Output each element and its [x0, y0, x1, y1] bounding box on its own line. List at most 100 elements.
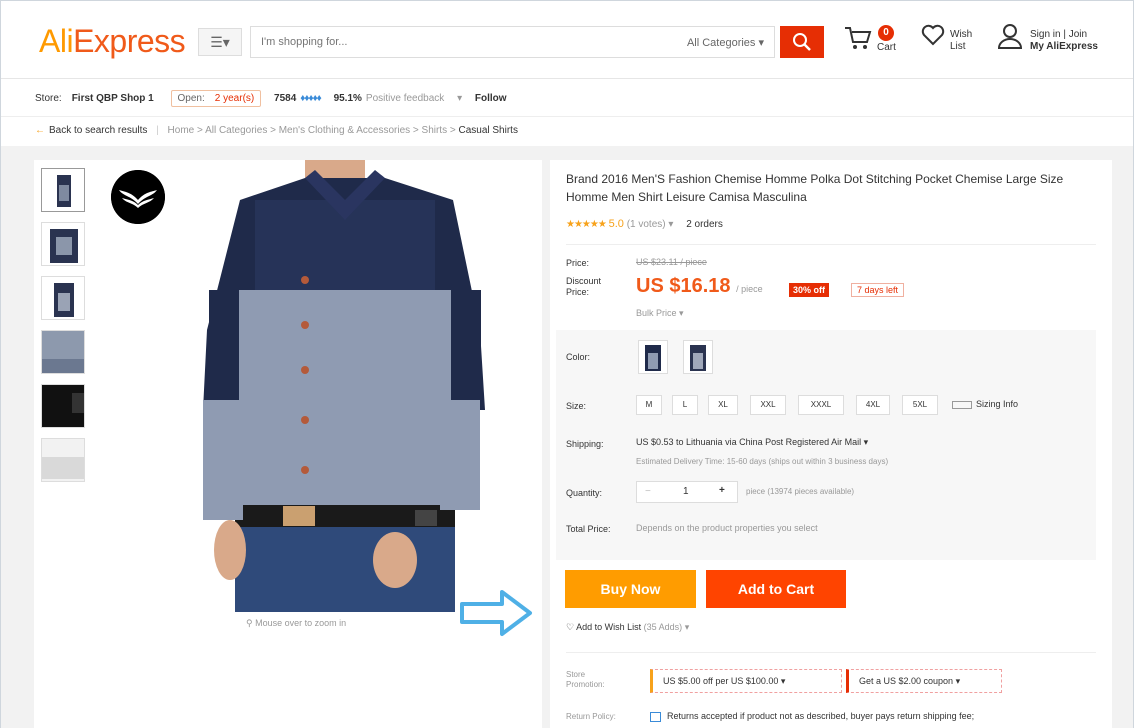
- quantity-increase-button[interactable]: +: [719, 485, 725, 496]
- cart-icon: [845, 27, 872, 49]
- quantity-decrease-button[interactable]: −: [645, 486, 651, 497]
- sizing-info-link[interactable]: Sizing Info: [952, 399, 1018, 409]
- add-to-cart-button[interactable]: Add to Cart: [706, 570, 846, 608]
- chevron-down-icon: ▾: [684, 622, 690, 632]
- color-option-1[interactable]: [638, 340, 668, 374]
- size-option-xl[interactable]: XL: [708, 395, 738, 415]
- size-option-l[interactable]: L: [672, 395, 698, 415]
- category-menu-button[interactable]: ☰▾: [198, 28, 242, 56]
- discount-price-label: Discount Price:: [566, 276, 602, 297]
- thumbnail-2[interactable]: [41, 222, 85, 266]
- brand-logo: [111, 170, 165, 224]
- store-score: 7584: [274, 93, 297, 104]
- join-link[interactable]: Join: [1069, 29, 1087, 40]
- shipping-estimate: Estimated Delivery Time: 15-60 days (shi…: [636, 457, 889, 466]
- search-bar: All Categories ▾: [250, 26, 775, 58]
- blue-arrow-icon: [458, 588, 534, 641]
- thumbnail-3[interactable]: [41, 276, 85, 320]
- size-option-4xl[interactable]: 4XL: [856, 395, 890, 415]
- signin-link[interactable]: Sign in: [1030, 29, 1061, 40]
- rating-row: ★★★★★ 5.0 (1 votes) ▾ 2 orders: [566, 218, 723, 230]
- search-input[interactable]: [251, 27, 631, 57]
- size-option-xxl[interactable]: XXL: [750, 395, 786, 415]
- quantity-label: Quantity:: [566, 488, 603, 498]
- search-button[interactable]: [780, 26, 824, 58]
- order-count: 2 orders: [686, 219, 723, 230]
- thumbnail-4[interactable]: [41, 330, 85, 374]
- buy-now-button[interactable]: Buy Now: [565, 570, 696, 608]
- breadcrumb-path[interactable]: Home > All Categories > Men's Clothing &…: [168, 125, 459, 136]
- heart-icon: ♡: [566, 622, 575, 632]
- search-category-select[interactable]: All Categories ▾: [687, 36, 764, 49]
- discount-badge: 30% off: [789, 283, 830, 297]
- bulk-price-label: Bulk Price: [636, 308, 677, 318]
- promotion-coupon-1[interactable]: US $5.00 off per US $100.00 ▾: [650, 669, 842, 693]
- store-promotion-label: Store Promotion:: [566, 670, 605, 689]
- product-main-image[interactable]: [185, 160, 505, 612]
- cart-button[interactable]: [843, 22, 873, 55]
- rating-score: 5.0: [608, 218, 624, 230]
- discount-price: US $16.18 / piece: [636, 275, 763, 298]
- positive-percent: 95.1%: [333, 93, 362, 104]
- logo-part-ali: Ali: [39, 23, 74, 59]
- return-policy-value: Returns accepted if product not as descr…: [650, 711, 974, 722]
- store-open-badge: Open: 2 year(s): [170, 90, 262, 107]
- store-label: Store:: [35, 93, 62, 104]
- zoom-hint: ⚲ Mouse over to zoom in: [246, 618, 346, 629]
- shipping-method-select[interactable]: US $0.53 to Lithuania via China Post Reg…: [636, 437, 868, 448]
- thumbnail-1[interactable]: [41, 168, 85, 212]
- aliexpress-logo[interactable]: AliExpress: [39, 23, 186, 60]
- shipping-label: Shipping:: [566, 439, 604, 449]
- thumbnail-list: [41, 168, 87, 492]
- coupon-1-text: US $5.00 off per US $100.00: [663, 676, 779, 686]
- thumbnail-6[interactable]: [41, 438, 85, 482]
- rating-votes[interactable]: (1 votes): [627, 219, 666, 230]
- bulk-price-toggle[interactable]: Bulk Price ▾: [636, 308, 684, 319]
- cart-label[interactable]: Cart: [877, 42, 896, 53]
- quantity-available: piece (13974 pieces available): [746, 487, 855, 496]
- positive-feedback-label[interactable]: Positive feedback ▾: [366, 93, 462, 104]
- store-info-bar: Store: First QBP Shop 1 Open: 2 year(s) 75…: [1, 80, 1133, 117]
- shipping-value: US $0.53 to Lithuania via China Post Reg…: [636, 437, 862, 447]
- size-option-5xl[interactable]: 5XL: [902, 395, 938, 415]
- open-years: 2 year(s): [214, 93, 255, 104]
- color-label: Color:: [566, 352, 591, 362]
- chevron-down-icon: ▾: [668, 219, 674, 230]
- diamond-icons: ♦♦♦♦♦: [300, 93, 321, 104]
- breadcrumb: Back to search results | Home > All Cate…: [1, 118, 1133, 146]
- store-name[interactable]: First QBP Shop 1: [72, 93, 154, 104]
- promotion-coupon-2[interactable]: Get a US $2.00 coupon ▾: [846, 669, 1002, 693]
- logo-part-express: Express: [73, 23, 186, 59]
- return-policy-label: Return Policy:: [566, 712, 616, 721]
- coupon-2-text: Get a US $2.00 coupon: [859, 676, 954, 686]
- size-label: Size:: [566, 401, 587, 411]
- account-button[interactable]: [997, 22, 1023, 53]
- follow-button[interactable]: Follow: [475, 93, 507, 104]
- days-left-badge: 7 days left: [851, 283, 905, 297]
- size-option-xxxl[interactable]: XXXL: [798, 395, 844, 415]
- star-icons: ★★★★★: [566, 219, 607, 230]
- add-to-wishlist[interactable]: ♡ Add to Wish List (35 Adds) ▾: [566, 622, 689, 633]
- wishlist-count: (35 Adds): [643, 622, 683, 632]
- divider: [566, 244, 1096, 245]
- back-to-results-link[interactable]: Back to search results: [35, 125, 147, 136]
- total-price-value: Depends on the product properties you se…: [636, 523, 818, 533]
- color-option-2[interactable]: [683, 340, 713, 374]
- divider: [566, 652, 1096, 653]
- total-price-label: Total Price:: [566, 524, 611, 534]
- cart-count-badge: 0: [878, 25, 894, 41]
- heart-icon: [921, 24, 945, 46]
- wishlist-button[interactable]: [920, 22, 946, 51]
- wishlist-label[interactable]: Wish List: [950, 29, 984, 53]
- menu-icon: ☰▾: [210, 34, 230, 50]
- account-label[interactable]: Sign in | Join My AliExpress: [1030, 29, 1098, 53]
- quantity-input[interactable]: 1: [683, 486, 689, 497]
- search-category-label: All Categories: [686, 37, 756, 49]
- my-aliexpress-link[interactable]: My AliExpress: [1030, 41, 1098, 52]
- size-option-m[interactable]: M: [636, 395, 662, 415]
- thumbnail-5[interactable]: [41, 384, 85, 428]
- search-icon: [793, 33, 811, 51]
- user-icon: [997, 24, 1023, 49]
- zoom-hint-text: Mouse over to zoom in: [255, 618, 347, 628]
- discount-price-value: US $16.18: [636, 275, 731, 297]
